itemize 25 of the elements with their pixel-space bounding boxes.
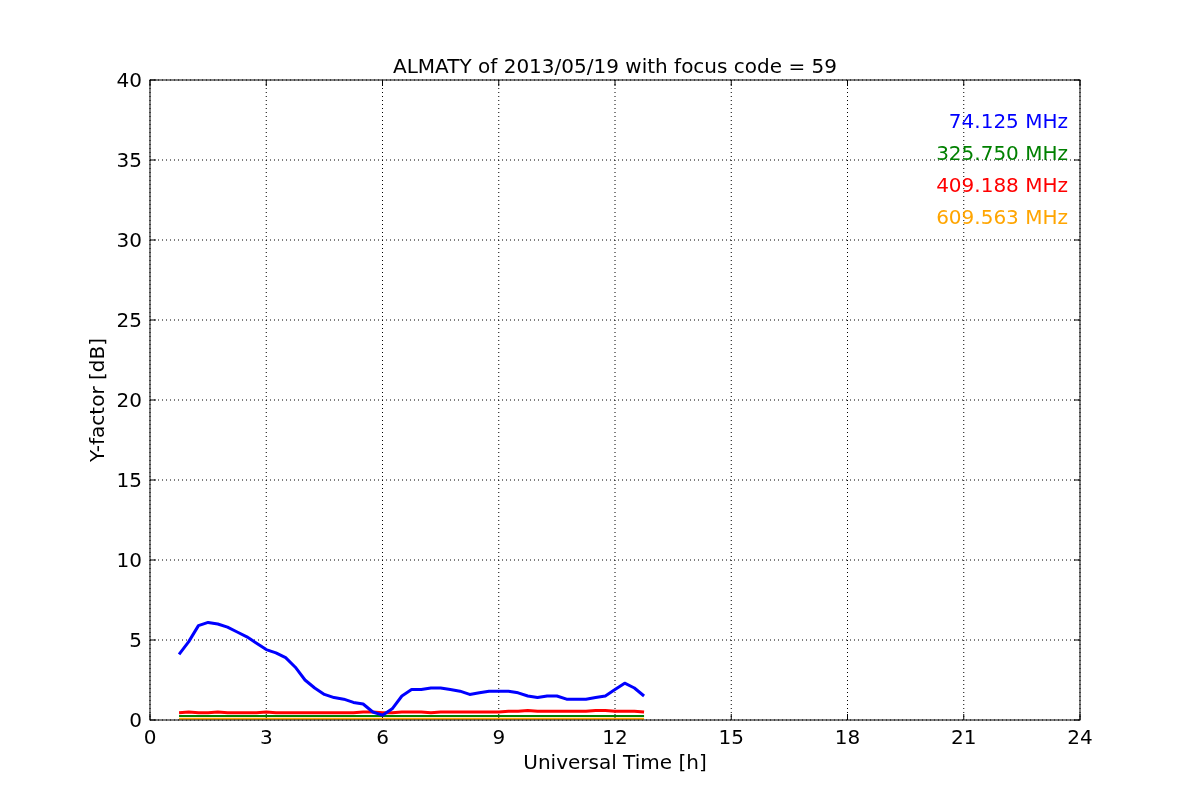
y-tick-label: 5 (129, 628, 142, 652)
x-tick-label: 6 (376, 725, 389, 749)
y-tick-label: 25 (116, 308, 142, 332)
chart-title: ALMATY of 2013/05/19 with focus code = 59 (393, 54, 837, 78)
y-tick-label: 0 (129, 708, 142, 732)
x-tick-label: 12 (602, 725, 628, 749)
x-tick-label: 21 (951, 725, 977, 749)
x-axis-label: Universal Time [h] (523, 750, 707, 774)
series-label: 74.125 MHz (948, 109, 1068, 133)
x-tick-label: 24 (1067, 725, 1093, 749)
y-tick-label: 35 (116, 148, 142, 172)
series-label: 325.750 MHz (936, 141, 1068, 165)
y-axis-label: Y-factor [dB] (85, 338, 109, 462)
x-tick-label: 9 (492, 725, 506, 749)
x-tick-label: 3 (259, 725, 273, 749)
series-label: 609.563 MHz (936, 205, 1068, 229)
y-tick-label: 20 (116, 388, 142, 412)
series-label: 409.188 MHz (936, 173, 1068, 197)
x-tick-label: 0 (143, 725, 157, 749)
y-tick-label: 10 (116, 548, 142, 572)
y-tick-label: 30 (116, 228, 142, 252)
y-tick-label: 40 (116, 68, 142, 92)
y-tick-label: 15 (116, 468, 142, 492)
x-tick-label: 18 (834, 725, 861, 749)
x-tick-label: 15 (718, 725, 744, 749)
